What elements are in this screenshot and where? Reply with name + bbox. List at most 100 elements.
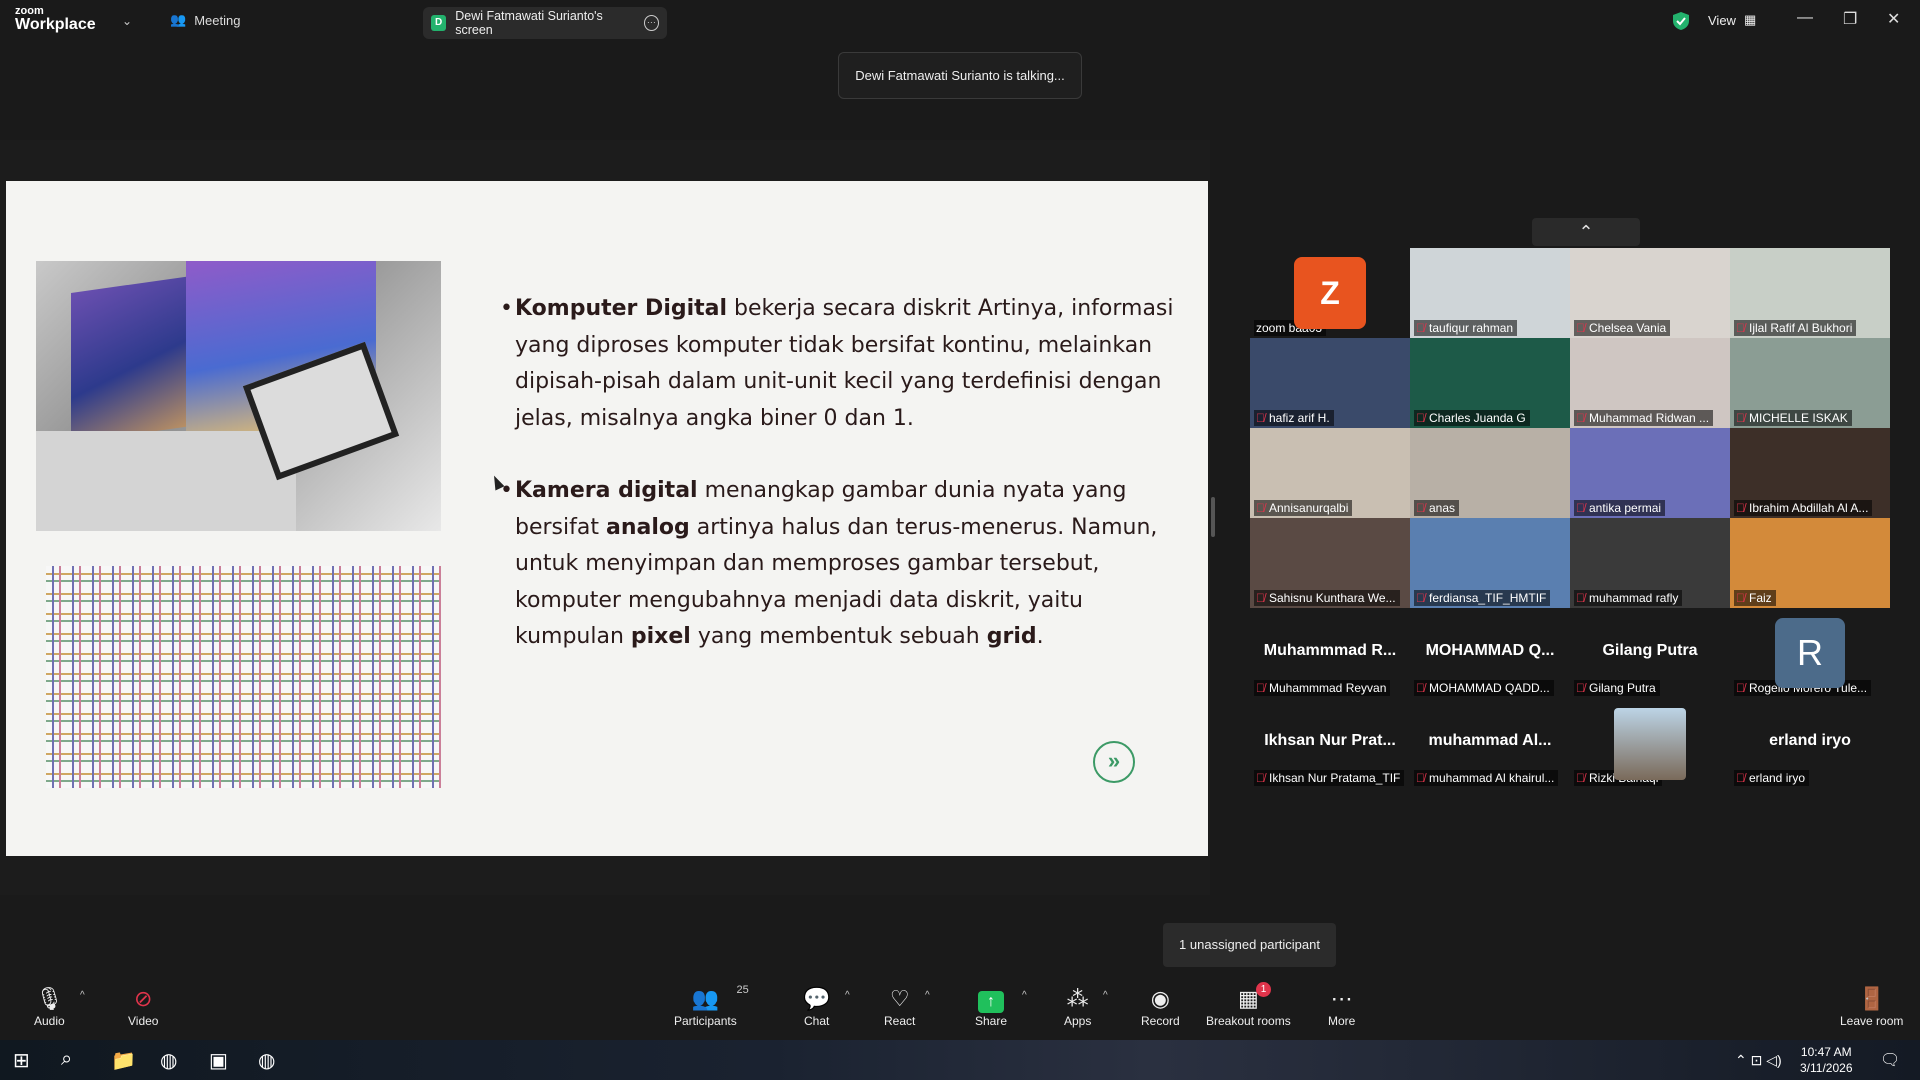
muted-mic-icon: 🎙̸	[1576, 591, 1585, 605]
participant-name-text: Ibrahim Abdillah Al A...	[1749, 501, 1869, 515]
record-label: Record	[1141, 1014, 1180, 1028]
leave-label: Leave room	[1840, 1014, 1904, 1028]
tab-shared-screen[interactable]: D Dewi Fatmawati Surianto's screen ···	[423, 7, 667, 39]
bullet2-bold1: Kamera digital	[515, 478, 698, 503]
participant-tile[interactable]: 🎙̸ Faiz	[1730, 518, 1890, 608]
system-tray-icons[interactable]: ⌃ ⊡ ◁)	[1735, 1052, 1782, 1069]
react-options-caret[interactable]: ^	[925, 990, 930, 1001]
participant-name-text: Faiz	[1749, 591, 1772, 605]
title-bar: zoom Workplace ⌄ 👥 Meeting D Dewi Fatmaw…	[0, 0, 1920, 45]
participant-display-name: MOHAMMAD Q...	[1425, 642, 1555, 659]
restore-icon[interactable]: ❐	[1843, 9, 1857, 29]
participant-tile[interactable]: 🎙̸ Annisanurqalbi	[1250, 428, 1410, 518]
muted-mic-icon: 🎙̸	[1256, 681, 1265, 695]
breakout-rooms-button[interactable]: ▦ 1 Breakout rooms	[1206, 982, 1291, 1028]
participant-tile[interactable]: 🎙̸ taufiqur rahman	[1410, 248, 1570, 338]
participant-tile[interactable]: 🎙̸ muhammad rafly	[1570, 518, 1730, 608]
apps-label: Apps	[1064, 1014, 1092, 1028]
participant-name-text: ferdiansa_TIF_HMTIF	[1429, 591, 1547, 605]
presentation-slide[interactable]: Komputer Digital bekerja secara diskrit …	[6, 181, 1208, 856]
participant-display-name: erland iryo	[1769, 732, 1851, 749]
participant-tile[interactable]: 🎙̸ MICHELLE ISKAK	[1730, 338, 1890, 428]
file-explorer-icon[interactable]: 📁	[111, 1048, 136, 1073]
participant-tile[interactable]: 🎙̸ Ibrahim Abdillah Al A...	[1730, 428, 1890, 518]
search-icon[interactable]: ⌕	[61, 1048, 72, 1071]
muted-mic-icon: 🎙̸	[1576, 321, 1585, 335]
tab-meeting-label: Meeting	[194, 12, 241, 28]
tab-shared-screen-label: Dewi Fatmawati Surianto's screen	[455, 9, 603, 37]
participant-name-label: 🎙̸ ferdiansa_TIF_HMTIF	[1414, 590, 1551, 606]
participant-tile[interactable]: 🎙̸ Muhammad Ridwan ...	[1570, 338, 1730, 428]
record-button[interactable]: ◉ Record	[1141, 986, 1180, 1028]
muted-mic-icon: 🎙̸	[1736, 501, 1745, 515]
share-options-caret[interactable]: ^	[1022, 990, 1027, 1001]
more-icon: ⋯	[1330, 986, 1353, 1011]
more-button[interactable]: ⋯ More	[1328, 986, 1355, 1028]
meeting-toolbar: 🎙 Audio ^ ⊘ Video 👥 25 Participants ^ 💬 …	[0, 980, 1920, 1040]
muted-mic-icon: 🎙̸	[1576, 411, 1585, 425]
participant-tile[interactable]: 🎙̸ Charles Juanda G	[1410, 338, 1570, 428]
unassigned-participant-tooltip: 1 unassigned participant	[1163, 923, 1336, 967]
participant-tile[interactable]: 🎙̸ antika permai	[1570, 428, 1730, 518]
participant-name-text: Ikhsan Nur Pratama_TIF	[1269, 771, 1401, 785]
zoom-app-icon[interactable]: ▣	[209, 1048, 228, 1073]
close-icon[interactable]: ✕	[1887, 9, 1900, 29]
apps-button[interactable]: ⁂ Apps	[1064, 986, 1091, 1028]
gallery-scroll-up-button[interactable]: ⌃	[1532, 218, 1640, 246]
muted-mic-icon: 🎙̸	[1256, 501, 1265, 515]
minimize-icon[interactable]: —	[1797, 9, 1813, 27]
share-screen-icon: ↑	[978, 991, 1005, 1013]
participant-name-label: 🎙̸ Ikhsan Nur Pratama_TIF	[1254, 770, 1405, 786]
participant-name-label: 🎙̸ Gilang Putra	[1574, 680, 1660, 696]
chat-button[interactable]: 💬 Chat	[803, 986, 830, 1028]
react-button[interactable]: ♡ React	[884, 986, 915, 1028]
participant-tile[interactable]: 🎙̸ Chelsea Vania	[1570, 248, 1730, 338]
bullet2-bold4: grid	[986, 624, 1037, 649]
participants-count: 25	[736, 984, 749, 996]
muted-mic-icon: 🎙̸	[1416, 321, 1425, 335]
chrome-active-icon[interactable]: ◍	[258, 1048, 275, 1073]
apps-options-caret[interactable]: ^	[1103, 990, 1108, 1001]
participant-display-name: Ikhsan Nur Prat...	[1264, 732, 1396, 749]
participant-name-label: 🎙̸ hafiz arif H.	[1254, 410, 1334, 426]
participant-name-label: 🎙̸ MICHELLE ISKAK	[1734, 410, 1852, 426]
record-icon: ◉	[1150, 986, 1170, 1011]
muted-mic-icon: 🎙̸	[1256, 591, 1265, 605]
windows-taskbar: ⊞ ⌕ 📁 ◍ ▣ ◍ ⌃ ⊡ ◁) 10:47 AM 3/11/2026 🗨	[0, 1040, 1920, 1080]
shield-check-icon[interactable]	[1672, 11, 1690, 36]
participant-tile[interactable]: 🎙̸ anas	[1410, 428, 1570, 518]
audio-button[interactable]: 🎙 Audio	[34, 986, 65, 1028]
splitter-handle[interactable]	[1211, 497, 1215, 537]
video-button[interactable]: ⊘ Video	[128, 986, 158, 1028]
people-icon: 👥	[170, 12, 187, 27]
zoom-logo[interactable]: zoom Workplace	[15, 6, 96, 33]
participants-label: Participants	[674, 1014, 737, 1028]
share-label: Share	[975, 1014, 1008, 1028]
participant-tile[interactable]: 🎙̸ Ijlal Rafif Al Bukhori	[1730, 248, 1890, 338]
audio-options-caret[interactable]: ^	[80, 990, 85, 1001]
chat-label: Chat	[804, 1014, 830, 1028]
participant-tile[interactable]: 🎙̸ Sahisnu Kunthara We...	[1250, 518, 1410, 608]
participant-name-label: 🎙̸ Muhammad Ridwan ...	[1574, 410, 1714, 426]
leave-room-button[interactable]: 🚪 Leave room	[1840, 986, 1903, 1028]
notifications-icon[interactable]: 🗨	[1880, 1050, 1900, 1070]
participants-button[interactable]: 👥 25 Participants	[674, 984, 749, 1028]
breakout-label: Breakout rooms	[1206, 1014, 1291, 1028]
muted-mic-icon: 🎙̸	[1416, 501, 1425, 515]
breakout-badge: 1	[1256, 982, 1271, 997]
participant-tile[interactable]: 🎙̸ ferdiansa_TIF_HMTIF	[1410, 518, 1570, 608]
muted-mic-icon: 🎙̸	[1736, 411, 1745, 425]
windows-start-icon[interactable]: ⊞	[13, 1048, 30, 1073]
view-button[interactable]: View ▦	[1708, 12, 1756, 28]
tab-meeting[interactable]: 👥 Meeting	[170, 12, 240, 28]
chrome-icon[interactable]: ◍	[160, 1048, 177, 1073]
double-chevron-right-icon: »	[1093, 741, 1135, 783]
more-options-icon[interactable]: ···	[643, 15, 659, 31]
chevron-down-icon[interactable]: ⌄	[122, 14, 132, 28]
share-button[interactable]: ↑ Share	[975, 986, 1007, 1028]
chat-options-caret[interactable]: ^	[845, 990, 850, 1001]
video-off-icon: ⊘	[134, 986, 153, 1011]
taskbar-clock[interactable]: 10:47 AM 3/11/2026	[1800, 1044, 1853, 1076]
participant-tile[interactable]: 🎙̸ hafiz arif H.	[1250, 338, 1410, 428]
more-label: More	[1328, 1014, 1356, 1028]
